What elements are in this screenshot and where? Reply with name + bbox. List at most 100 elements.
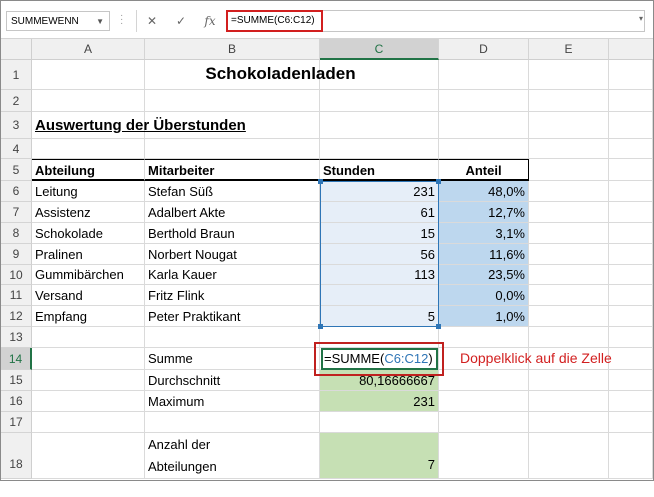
row-header-6[interactable]: 6	[1, 181, 32, 202]
grid-cell[interactable]	[609, 327, 653, 348]
row-header-11[interactable]: 11	[1, 285, 32, 306]
table-cell-abteilung[interactable]: Pralinen	[32, 244, 145, 265]
grid-cell[interactable]	[609, 265, 653, 285]
grid-cell[interactable]	[32, 433, 145, 479]
row-header-2[interactable]: 2	[1, 90, 32, 112]
table-cell-abteilung[interactable]: Gummibärchen	[32, 265, 145, 285]
grid-cell[interactable]	[609, 412, 653, 433]
grid-cell[interactable]	[609, 433, 653, 479]
table-cell-stunden[interactable]: 15	[320, 223, 439, 244]
select-all-corner[interactable]	[1, 39, 32, 60]
range-handle[interactable]	[436, 179, 441, 184]
grid-cell[interactable]	[439, 90, 529, 112]
column-header-c[interactable]: C	[320, 39, 439, 60]
grid-cell[interactable]	[145, 139, 320, 159]
cancel-icon[interactable]: ✕	[141, 11, 163, 31]
table-cell-stunden[interactable]: 113	[320, 265, 439, 285]
row-header-1[interactable]: 1	[1, 60, 32, 90]
row-header-3[interactable]: 3	[1, 112, 32, 139]
grid-cell[interactable]	[529, 90, 609, 112]
grid-cell[interactable]	[529, 327, 609, 348]
enter-icon[interactable]: ✓	[170, 11, 192, 31]
grid-cell[interactable]	[439, 412, 529, 433]
table-cell-stunden[interactable]: 56	[320, 244, 439, 265]
grid-cell[interactable]	[439, 327, 529, 348]
grid-cell[interactable]	[529, 433, 609, 479]
row-header-16[interactable]: 16	[1, 391, 32, 412]
table-cell-stunden[interactable]: 231	[320, 181, 439, 202]
column-header-a[interactable]: A	[32, 39, 145, 60]
header-stunden[interactable]: Stunden	[320, 159, 439, 181]
row-header-10[interactable]: 10	[1, 265, 32, 285]
table-cell-abteilung[interactable]: Assistenz	[32, 202, 145, 223]
row-header-14[interactable]: 14	[1, 348, 32, 370]
sum-edit-cell[interactable]: =SUMME(C6:C12)	[321, 348, 438, 370]
column-header-d[interactable]: D	[439, 39, 529, 60]
grid-cell[interactable]	[609, 223, 653, 244]
grid-cell[interactable]	[529, 306, 609, 327]
table-cell-anteil[interactable]: 0,0%	[439, 285, 529, 306]
table-cell-anteil[interactable]: 3,1%	[439, 223, 529, 244]
row-header-7[interactable]: 7	[1, 202, 32, 223]
expand-formula-bar-icon[interactable]: ▾	[639, 14, 643, 23]
row-header-17[interactable]: 17	[1, 412, 32, 433]
row-header-9[interactable]: 9	[1, 244, 32, 265]
sum-label[interactable]: Summe	[145, 348, 320, 370]
grid-cell[interactable]	[320, 90, 439, 112]
grid-cell[interactable]	[609, 90, 653, 112]
grid-cell[interactable]	[320, 112, 439, 139]
table-cell-mitarbeiter[interactable]: Norbert Nougat	[145, 244, 320, 265]
grid-cell[interactable]	[32, 348, 145, 370]
table-cell-abteilung[interactable]: Empfang	[32, 306, 145, 327]
grid-cell[interactable]	[529, 139, 609, 159]
header-anteil[interactable]: Anteil	[439, 159, 529, 181]
grid-cell[interactable]	[145, 327, 320, 348]
grid-cell[interactable]	[529, 370, 609, 391]
grid-cell[interactable]	[439, 391, 529, 412]
grid-cell[interactable]	[529, 265, 609, 285]
name-box[interactable]: SUMMEWENN ▼	[6, 11, 110, 31]
grid-cell[interactable]	[609, 285, 653, 306]
grid-cell[interactable]	[529, 391, 609, 412]
range-handle[interactable]	[436, 324, 441, 329]
header-abteilung[interactable]: Abteilung	[32, 159, 145, 181]
grid-cell[interactable]	[609, 181, 653, 202]
table-cell-mitarbeiter[interactable]: Adalbert Akte	[145, 202, 320, 223]
row-header-18[interactable]: 18	[1, 433, 32, 479]
table-cell-mitarbeiter[interactable]: Berthold Braun	[145, 223, 320, 244]
grid-cell[interactable]	[32, 90, 145, 112]
column-header-e[interactable]: E	[529, 39, 609, 60]
grid-cell[interactable]	[529, 112, 609, 139]
grid-cell[interactable]	[32, 370, 145, 391]
sheet-title[interactable]: Schokoladenladen	[32, 64, 529, 84]
row-header-8[interactable]: 8	[1, 223, 32, 244]
table-cell-abteilung[interactable]: Versand	[32, 285, 145, 306]
table-cell-anteil[interactable]: 23,5%	[439, 265, 529, 285]
row-header-12[interactable]: 12	[1, 306, 32, 327]
grid-cell[interactable]	[609, 306, 653, 327]
grid-cell[interactable]	[609, 60, 653, 90]
grid-cell[interactable]	[529, 285, 609, 306]
grid-cell[interactable]	[529, 181, 609, 202]
count-value[interactable]: 7	[320, 433, 439, 479]
table-cell-stunden[interactable]: 61	[320, 202, 439, 223]
grid-cell[interactable]	[439, 370, 529, 391]
maximum-label[interactable]: Maximum	[145, 391, 320, 412]
grid-cell[interactable]	[439, 139, 529, 159]
average-label[interactable]: Durchschnitt	[145, 370, 320, 391]
header-mitarbeiter[interactable]: Mitarbeiter	[145, 159, 320, 181]
grid-cell[interactable]	[145, 90, 320, 112]
row-header-13[interactable]: 13	[1, 327, 32, 348]
count-label[interactable]: Anzahl der Abteilungen	[145, 433, 320, 479]
grid-cell[interactable]	[320, 139, 439, 159]
grid-cell[interactable]	[529, 60, 609, 90]
grid-cell[interactable]	[609, 112, 653, 139]
more-dots-icon[interactable]: · · ·	[120, 11, 123, 29]
insert-function-icon[interactable]: fx	[199, 11, 221, 31]
grid-cell[interactable]	[609, 244, 653, 265]
grid-cell[interactable]	[609, 202, 653, 223]
table-cell-stunden[interactable]: 5	[320, 306, 439, 327]
grid-cell[interactable]	[32, 412, 145, 433]
grid-cell[interactable]	[439, 433, 529, 479]
grid-cell[interactable]	[529, 223, 609, 244]
